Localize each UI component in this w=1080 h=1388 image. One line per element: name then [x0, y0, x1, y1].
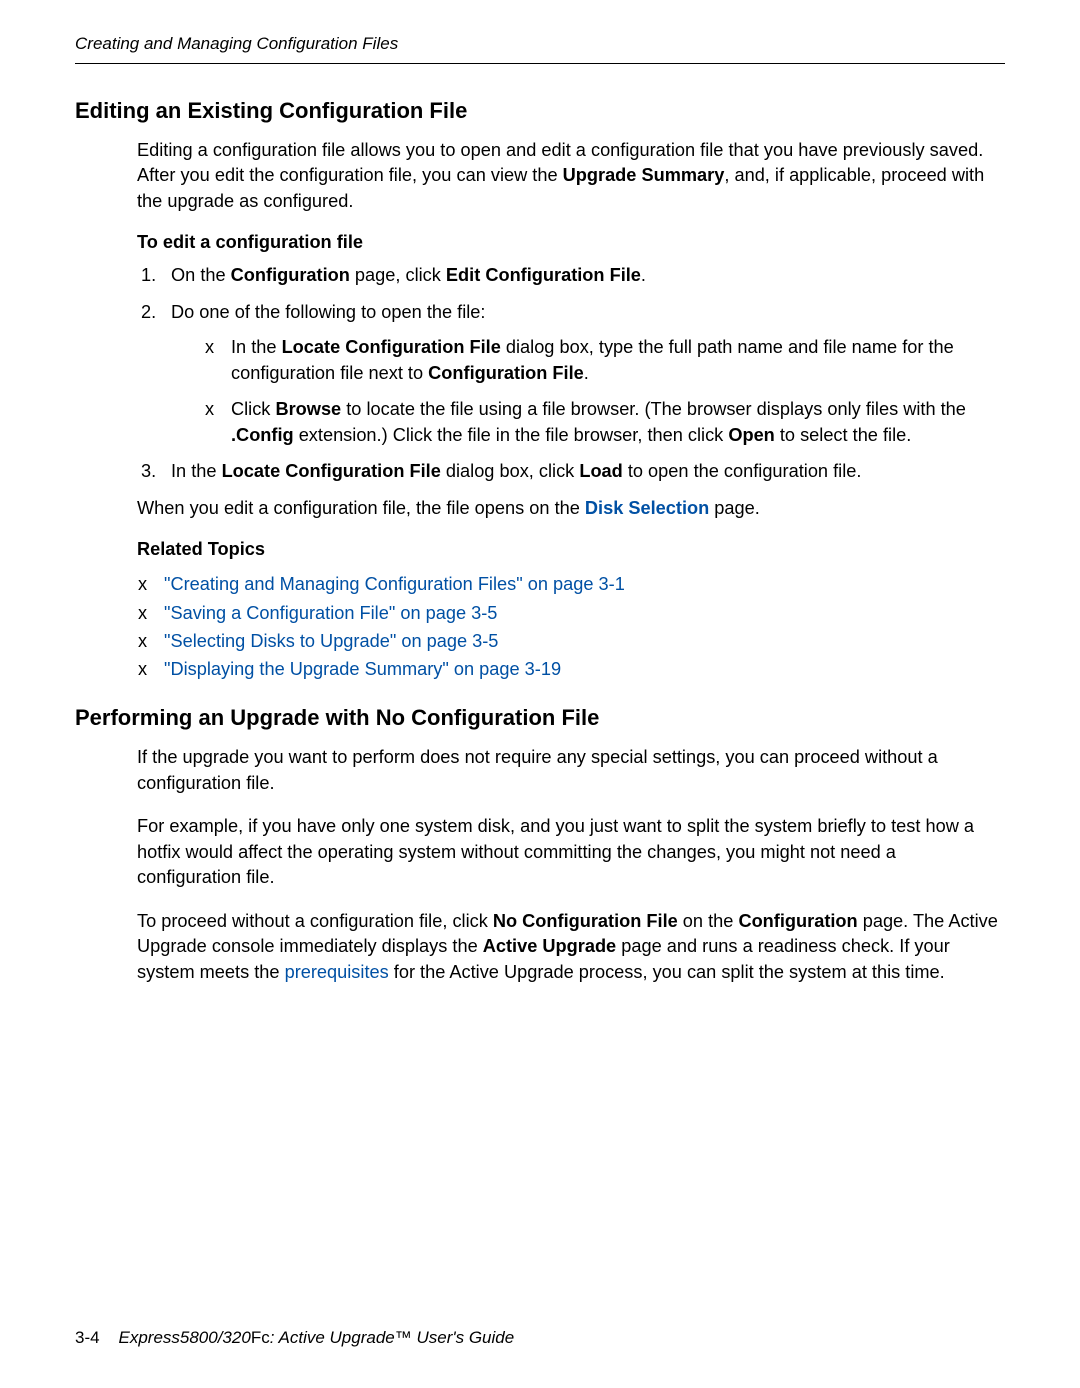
after-steps-paragraph: When you edit a configuration file, the …: [137, 496, 1005, 521]
footer-title: : Active Upgrade™ User's Guide: [270, 1328, 515, 1347]
text-bold: Configuration: [231, 265, 350, 285]
page-number: 3-4: [75, 1328, 100, 1347]
bullet: In the Locate Configuration File dialog …: [205, 335, 1005, 386]
footer-title: Express5800/320: [118, 1328, 250, 1347]
step-2: Do one of the following to open the file…: [137, 300, 1005, 448]
related-topics-list: "Creating and Managing Configuration Fil…: [138, 570, 1005, 683]
text: on the: [678, 911, 739, 931]
related-item: "Selecting Disks to Upgrade" on page 3-5: [138, 627, 1005, 655]
running-header: Creating and Managing Configuration File…: [75, 34, 1005, 64]
bullet: Click Browse to locate the file using a …: [205, 397, 1005, 448]
link-related[interactable]: "Displaying the Upgrade Summary" on page…: [164, 659, 561, 679]
text-bold: Open: [728, 425, 774, 445]
text-bold: Locate Configuration File: [282, 337, 501, 357]
text: Do one of the following to open the file…: [171, 302, 485, 322]
text: On the: [171, 265, 231, 285]
intro-paragraph: Editing a configuration file allows you …: [137, 138, 1005, 214]
text-bold: Browse: [275, 399, 341, 419]
related-item: "Creating and Managing Configuration Fil…: [138, 570, 1005, 598]
text-bold: Load: [579, 461, 622, 481]
page-footer: 3-4 Express5800/320Fc: Active Upgrade™ U…: [75, 1328, 514, 1348]
paragraph: To proceed without a configuration file,…: [137, 909, 1005, 985]
paragraph: For example, if you have only one system…: [137, 814, 1005, 890]
text-bold: Locate Configuration File: [222, 461, 441, 481]
step-1: On the Configuration page, click Edit Co…: [137, 263, 1005, 288]
procedure-title: To edit a configuration file: [137, 232, 1005, 253]
step-2-options: In the Locate Configuration File dialog …: [205, 335, 1005, 448]
text: dialog box, click: [441, 461, 580, 481]
text: to locate the file using a file browser.…: [341, 399, 966, 419]
related-item: "Displaying the Upgrade Summary" on page…: [138, 655, 1005, 683]
text-bold: .Config: [231, 425, 294, 445]
paragraph: If the upgrade you want to perform does …: [137, 745, 1005, 796]
link-related[interactable]: "Creating and Managing Configuration Fil…: [164, 574, 625, 594]
text: When you edit a configuration file, the …: [137, 498, 585, 518]
text: To proceed without a configuration file,…: [137, 911, 493, 931]
text: .: [641, 265, 646, 285]
link-related[interactable]: "Saving a Configuration File" on page 3-…: [164, 603, 497, 623]
footer-title: Fc: [251, 1328, 270, 1347]
text-bold: Edit Configuration File: [446, 265, 641, 285]
heading-no-config: Performing an Upgrade with No Configurat…: [75, 705, 1005, 731]
text: to open the configuration file.: [623, 461, 862, 481]
link-prerequisites[interactable]: prerequisites: [285, 962, 389, 982]
text-bold: No Configuration File: [493, 911, 678, 931]
heading-editing-config: Editing an Existing Configuration File: [75, 98, 1005, 124]
text: page.: [709, 498, 760, 518]
text-bold: Active Upgrade: [483, 936, 616, 956]
related-item: "Saving a Configuration File" on page 3-…: [138, 599, 1005, 627]
text: for the Active Upgrade process, you can …: [389, 962, 945, 982]
text: .: [584, 363, 589, 383]
link-related[interactable]: "Selecting Disks to Upgrade" on page 3-5: [164, 631, 498, 651]
text-bold: Upgrade Summary: [563, 165, 725, 185]
procedure-steps: On the Configuration page, click Edit Co…: [137, 263, 1005, 484]
text: In the: [171, 461, 222, 481]
link-disk-selection[interactable]: Disk Selection: [585, 498, 709, 518]
text: page, click: [350, 265, 446, 285]
text-bold: Configuration File: [428, 363, 584, 383]
text: Click: [231, 399, 275, 419]
text: extension.) Click the file in the file b…: [294, 425, 729, 445]
step-3: In the Locate Configuration File dialog …: [137, 459, 1005, 484]
text-bold: Configuration: [738, 911, 857, 931]
related-topics-title: Related Topics: [137, 539, 1005, 560]
text: In the: [231, 337, 282, 357]
text: to select the file.: [775, 425, 911, 445]
